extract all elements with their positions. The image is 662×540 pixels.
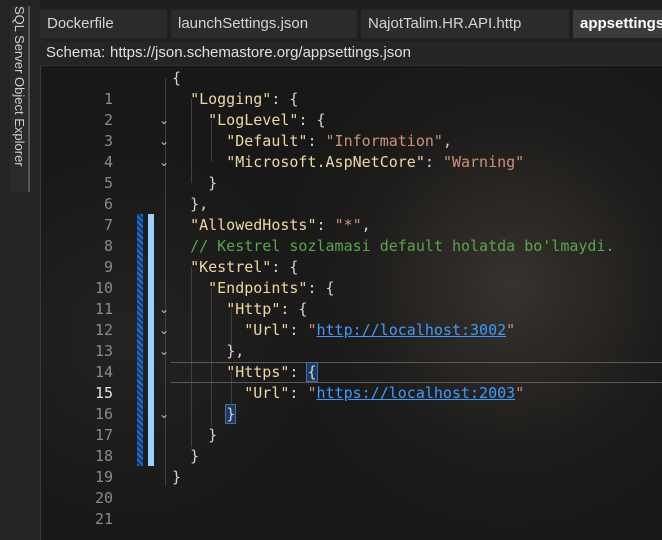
- code-line[interactable]: 14 },: [41, 341, 662, 381]
- code-line[interactable]: 18 }: [41, 425, 662, 465]
- json-key: "Url": [244, 321, 290, 339]
- json-key: "LogLevel": [208, 111, 299, 129]
- json-brace: }: [208, 174, 218, 192]
- json-key: "Https": [226, 363, 290, 381]
- tab-appsettings[interactable]: appsettings: [573, 10, 662, 38]
- json-punctuation: ,: [442, 132, 452, 150]
- json-quote: ": [307, 384, 317, 402]
- code-line[interactable]: 4 "Default": "Information",: [41, 131, 662, 171]
- json-punctuation: :: [424, 153, 443, 171]
- json-punctuation: :: [289, 384, 308, 402]
- tab-najottalim-hr-api-http[interactable]: NajotTalim.HR.API.http: [361, 10, 569, 38]
- json-punctuation: ,: [361, 216, 371, 234]
- json-quote: ": [307, 321, 317, 339]
- code-line[interactable]: 8 "AllowedHosts": "*",: [41, 215, 662, 255]
- json-punctuation: : {: [271, 90, 299, 108]
- json-brace: {: [172, 69, 182, 87]
- url-link[interactable]: http://localhost:3002: [317, 321, 507, 339]
- tab-label: Dockerfile: [47, 15, 114, 32]
- tab-dockerfile[interactable]: Dockerfile: [40, 10, 167, 38]
- json-punctuation: : {: [271, 258, 299, 276]
- code-line[interactable]: 3 ⌄ "LogLevel": {: [41, 110, 662, 169]
- json-brace: },: [226, 342, 245, 360]
- json-key: "Default": [226, 132, 308, 150]
- tab-label: launchSettings.json: [178, 15, 309, 32]
- code-editor[interactable]: 1 ⌄ { 2 ⌄ "Logging": { 3 ⌄ "LogLevel": {…: [41, 66, 662, 540]
- code-line[interactable]: 6 }: [41, 173, 662, 213]
- code-line[interactable]: 21: [41, 488, 662, 528]
- json-punctuation: :: [316, 216, 335, 234]
- code-line[interactable]: 20 }: [41, 467, 662, 507]
- json-string-value: "*": [334, 216, 362, 234]
- schema-url-field[interactable]: https://json.schemastore.org/appsettings…: [110, 41, 411, 65]
- code-line[interactable]: 17 }: [41, 404, 662, 444]
- json-quote: ": [515, 384, 525, 402]
- schema-label: Schema:: [46, 44, 106, 61]
- json-key: "Http": [226, 300, 281, 318]
- document-tab-bar: Dockerfile launchSettings.json NajotTali…: [40, 0, 662, 40]
- json-punctuation: :: [289, 321, 308, 339]
- code-line[interactable]: 13 "Url": "http://localhost:3002": [41, 320, 662, 360]
- code-line[interactable]: 1 ⌄ {: [41, 68, 662, 127]
- json-key: "Endpoints": [208, 279, 308, 297]
- code-line[interactable]: 5 "Microsoft.AspNetCore": "Warning": [41, 152, 662, 192]
- json-brace: },: [190, 195, 209, 213]
- code-line[interactable]: 16 "Url": "https://localhost:2003": [41, 383, 662, 423]
- json-key: "Microsoft.AspNetCore": [226, 153, 425, 171]
- code-line[interactable]: 15 ⌄ "Https": {: [41, 362, 662, 421]
- sql-server-object-explorer-tab[interactable]: SQL Server Object Explorer: [10, 6, 30, 192]
- json-key: "Kestrel": [190, 258, 272, 276]
- json-brace: }: [190, 447, 200, 465]
- json-brace: }: [172, 468, 182, 486]
- json-brace: }: [208, 426, 218, 444]
- code-line[interactable]: 12 ⌄ "Http": {: [41, 299, 662, 358]
- left-tool-strip: SQL Server Object Explorer: [0, 0, 41, 540]
- matched-brace: }: [225, 404, 237, 424]
- code-line[interactable]: 19 }: [41, 446, 662, 486]
- json-key: "Logging": [190, 90, 272, 108]
- code-line[interactable]: 7 },: [41, 194, 662, 234]
- json-quote: ": [506, 321, 516, 339]
- json-key: "Url": [244, 384, 290, 402]
- code-line[interactable]: 11 ⌄ "Endpoints": {: [41, 278, 662, 337]
- json-punctuation: :: [289, 363, 308, 381]
- tab-label: NajotTalim.HR.API.http: [368, 15, 522, 32]
- schema-bar: Schema: https://json.schemastore.org/app…: [40, 41, 662, 66]
- code-line[interactable]: 9 // Kestrel sozlamasi default holatda b…: [41, 236, 662, 276]
- tab-launchsettings-json[interactable]: launchSettings.json: [171, 10, 357, 38]
- sql-server-object-explorer-label: SQL Server Object Explorer: [12, 6, 27, 167]
- code-comment: // Kestrel sozlamasi default holatda bo'…: [190, 237, 615, 255]
- tab-label: appsettings: [580, 15, 662, 32]
- code-line[interactable]: 10 ⌄ "Kestrel": {: [41, 257, 662, 316]
- line-number: 21: [94, 510, 113, 528]
- json-string-value: "Information": [325, 132, 443, 150]
- matched-brace: {: [306, 362, 318, 382]
- json-string-value: "Warning": [442, 153, 525, 171]
- json-punctuation: : {: [280, 300, 308, 318]
- json-key: "AllowedHosts": [190, 216, 317, 234]
- url-link[interactable]: https://localhost:2003: [317, 384, 516, 402]
- json-punctuation: : {: [307, 279, 335, 297]
- json-punctuation: : {: [298, 111, 326, 129]
- code-line[interactable]: 2 ⌄ "Logging": {: [41, 89, 662, 148]
- json-punctuation: :: [307, 132, 326, 150]
